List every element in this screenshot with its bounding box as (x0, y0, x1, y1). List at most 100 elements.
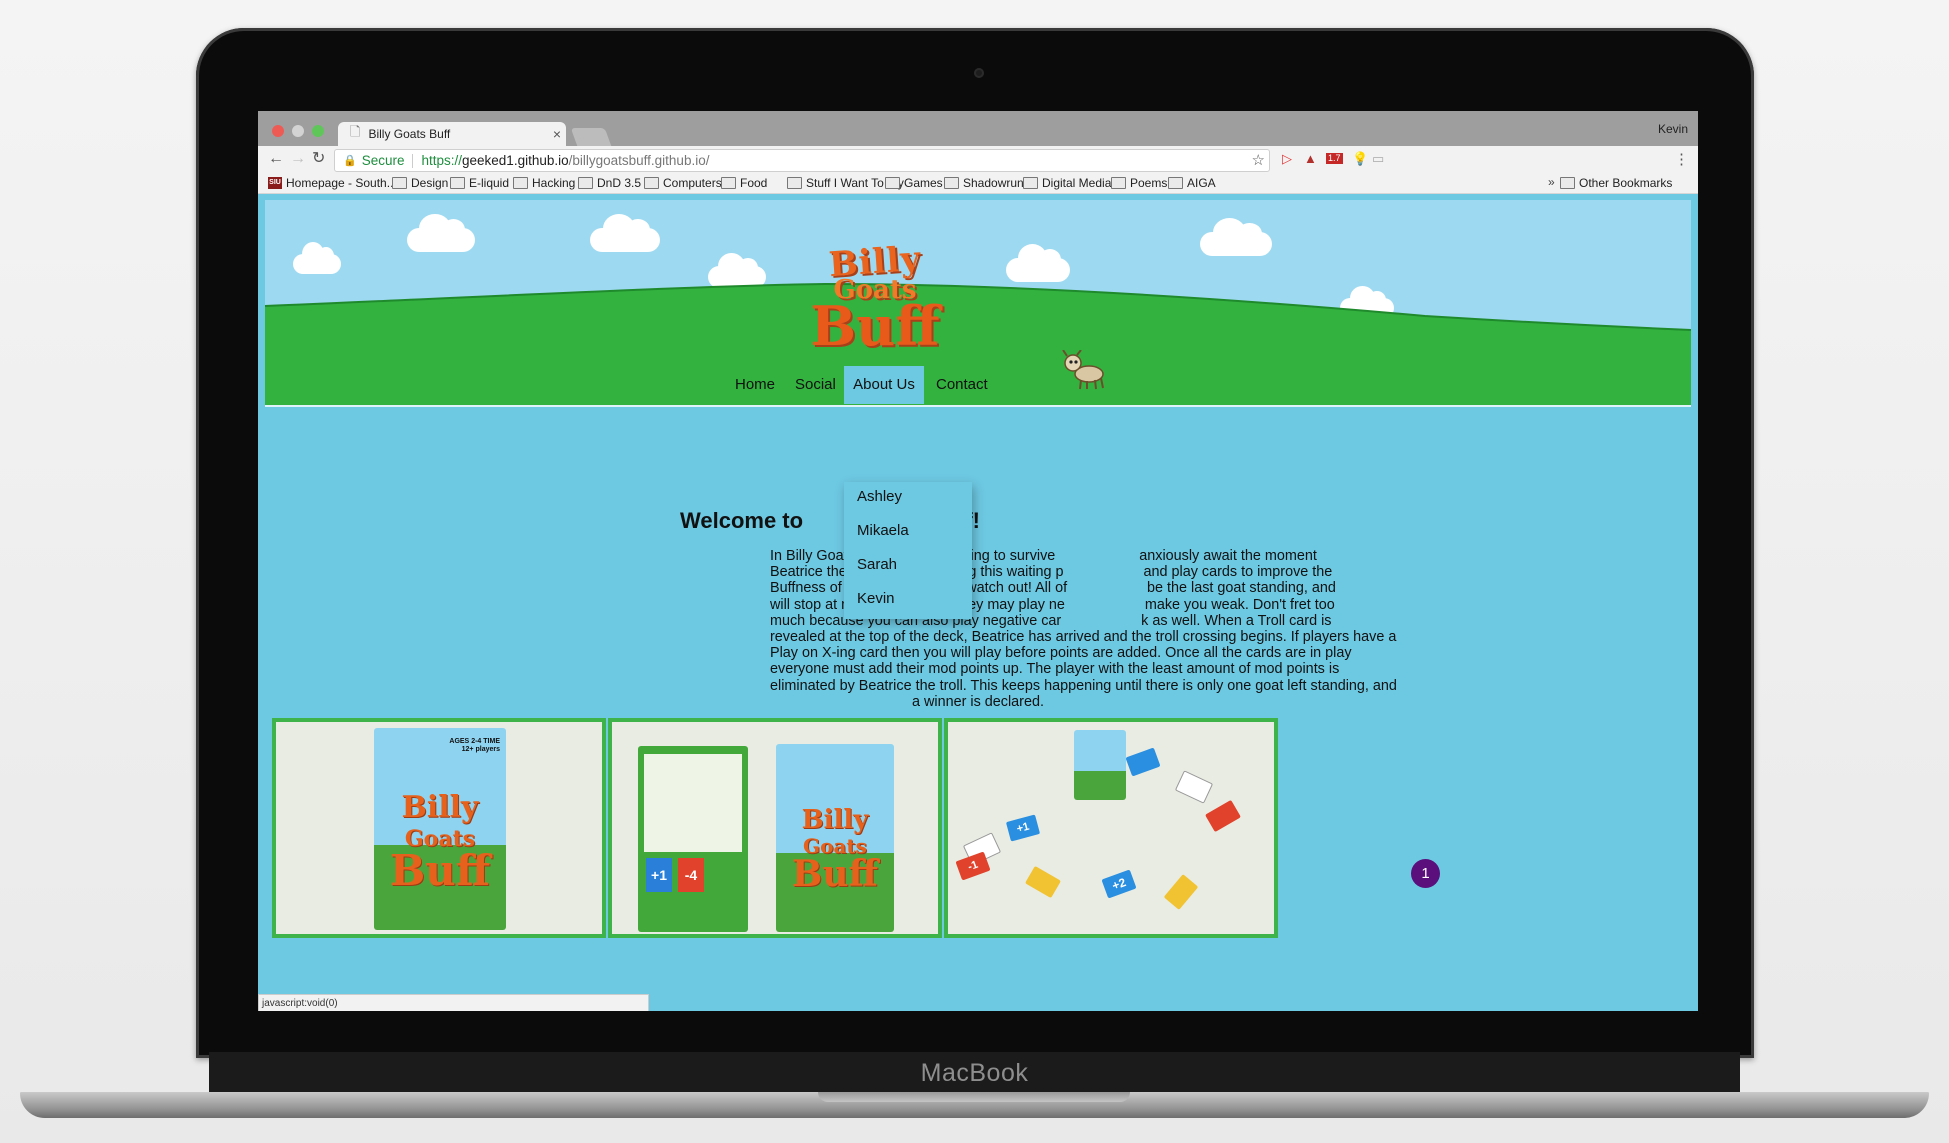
card-red (1205, 799, 1241, 833)
bookmark-item[interactable]: Digital Media (1023, 176, 1111, 190)
url-scheme: https:// (421, 153, 463, 168)
forward-arrow-icon[interactable]: → (290, 150, 306, 168)
intro-line: eliminated by Beatrice the troll. This k… (770, 677, 1397, 694)
folder-icon (578, 177, 593, 189)
bookmarks-overflow-button[interactable]: » (1548, 175, 1555, 189)
bookmark-label: Hacking (532, 176, 576, 190)
screen: 🗋 Billy Goats Buff × Kevin ← → ↻ 🔒 Secur… (258, 111, 1698, 1011)
card-yellow (1163, 874, 1199, 910)
folder-icon (513, 177, 528, 189)
card-blue (1125, 747, 1161, 777)
new-tab-button[interactable] (570, 128, 612, 146)
folder-icon (721, 177, 736, 189)
dropdown-item-kevin[interactable]: Kevin (857, 590, 895, 607)
bookmark-item[interactable]: Hacking (513, 176, 575, 190)
camera-icon (974, 68, 984, 78)
bookmark-label: Computers (663, 176, 722, 190)
web-page: Billy Goats Buff Home Social About Us Co… (258, 194, 1698, 1011)
close-tab-icon[interactable]: × (548, 126, 566, 142)
address-bar[interactable]: 🔒 Secure https://geeked1.github.io/billy… (334, 149, 1270, 172)
bookmark-item[interactable]: Shadowrun (944, 176, 1024, 190)
dropdown-item-ashley[interactable]: Ashley (857, 488, 902, 505)
close-window-button[interactable] (272, 125, 284, 137)
card-yellow (1025, 865, 1061, 899)
gallery-image-cards[interactable]: +1 -1 +2 (944, 718, 1278, 938)
nav-about-us[interactable]: About Us (844, 366, 924, 404)
game-box-front: AGES 2-4 TIME 12+ players Billy Goats Buff (374, 728, 506, 930)
maximize-window-button[interactable] (312, 125, 324, 137)
minimize-window-button[interactable] (292, 125, 304, 137)
bookmark-item[interactable]: DnD 3.5 (578, 176, 641, 190)
url-host: geeked1.github.io (462, 153, 569, 168)
siu-icon: SIU (268, 177, 282, 189)
folder-icon (644, 177, 659, 189)
intro-line: Play on X-ing card then you will play be… (770, 645, 1352, 662)
box-rules-text (644, 754, 742, 852)
folder-icon (1168, 177, 1183, 189)
game-box-back: +1 -4 (638, 746, 748, 932)
folder-icon (450, 177, 465, 189)
bookmarks-bar: » Other Bookmarks SIU Homepage - South...… (258, 173, 1698, 194)
intro-line: will stop at nothing to do so. They may … (770, 596, 1335, 613)
mini-box (1074, 730, 1126, 800)
intro-line: a winner is declared. (912, 693, 1044, 710)
dropdown-item-mikaela[interactable]: Mikaela (857, 522, 909, 539)
folder-icon (1560, 177, 1575, 189)
gallery-image-box-back[interactable]: +1 -4 Billy Goats Buff (608, 718, 942, 938)
bookmark-item[interactable]: Computers (644, 176, 722, 190)
welcome-heading-left: Welcome to (680, 508, 804, 533)
extension-badge[interactable]: 1.7 (1326, 153, 1343, 164)
menu-dots-icon[interactable]: ⋮ (1674, 150, 1689, 168)
bookmark-item[interactable]: SIU Homepage - South... (268, 176, 397, 190)
nav-social[interactable]: Social (795, 366, 836, 404)
lightbulb-icon[interactable]: 💡 (1352, 150, 1368, 168)
dropdown-item-sarah[interactable]: Sarah (857, 556, 897, 573)
bookmark-label: Poems (1130, 176, 1168, 190)
notification-badge[interactable]: 1 (1411, 859, 1440, 888)
profile-name[interactable]: Kevin (1658, 122, 1688, 136)
bookmark-label: Shadowrun (963, 176, 1024, 190)
nav-contact[interactable]: Contact (936, 366, 988, 404)
bookmark-item[interactable]: Games (885, 176, 943, 190)
bookmark-label: Digital Media (1042, 176, 1112, 190)
other-bookmarks-label: Other Bookmarks (1579, 176, 1673, 190)
chat-extension-icon[interactable]: ▭ (1372, 150, 1384, 168)
bookmark-item[interactable]: Design (392, 176, 448, 190)
card-white (1174, 770, 1214, 804)
game-box-front-small: Billy Goats Buff (776, 744, 894, 932)
device-brand-label: MacBook (920, 1058, 1029, 1087)
folder-icon (392, 177, 407, 189)
box-back-card-minus: -4 (678, 858, 704, 892)
intro-paragraph: In Billy Goats Buff, you are playing to … (770, 548, 1397, 710)
play-extension-icon[interactable]: ▷ (1282, 150, 1292, 168)
reload-icon[interactable]: ↻ (312, 150, 325, 168)
laptop-base (20, 1092, 1929, 1118)
nav-home[interactable]: Home (735, 366, 775, 404)
age-player-info: AGES 2-4 TIME 12+ players (449, 738, 500, 753)
bookmark-item[interactable]: AIGA (1168, 176, 1216, 190)
back-arrow-icon[interactable]: ← (268, 150, 284, 168)
extension-icon[interactable]: ▲ (1304, 150, 1317, 168)
bookmark-item[interactable]: E-liquid (450, 176, 509, 190)
browser-tab[interactable]: 🗋 Billy Goats Buff × (338, 122, 566, 146)
bookmark-star-icon[interactable]: ☆ (1252, 151, 1265, 169)
gallery-image-box-front[interactable]: AGES 2-4 TIME 12+ players Billy Goats Buff (272, 718, 606, 938)
browser-toolbar: ← → ↻ 🔒 Secure https://geeked1.github.io… (258, 146, 1698, 173)
bookmark-label: Games (904, 176, 943, 190)
hero-banner: Billy Goats Buff Home Social About Us Co… (265, 200, 1691, 407)
card-minus-one: -1 (955, 851, 991, 881)
intro-line: everyone must add their mod points up. T… (770, 661, 1340, 678)
page-icon: 🗋 (350, 124, 361, 139)
secure-label: Secure (361, 153, 405, 168)
tab-title: Billy Goats Buff (368, 127, 451, 141)
bookmark-label: E-liquid (469, 176, 510, 190)
intro-line: In Billy Goats Buff, you are playing to … (770, 548, 1317, 564)
base-notch (818, 1092, 1130, 1102)
other-bookmarks-button[interactable]: Other Bookmarks (1560, 176, 1672, 190)
bookmark-label: DnD 3.5 (597, 176, 642, 190)
site-logo[interactable]: Billy Goats Buff (785, 239, 965, 365)
bookmark-item[interactable]: Food (721, 176, 767, 190)
intro-line: Beatrice the Troll Arrives. During this … (770, 564, 1333, 581)
bookmark-item[interactable]: Poems (1111, 176, 1167, 190)
divider (412, 153, 414, 168)
